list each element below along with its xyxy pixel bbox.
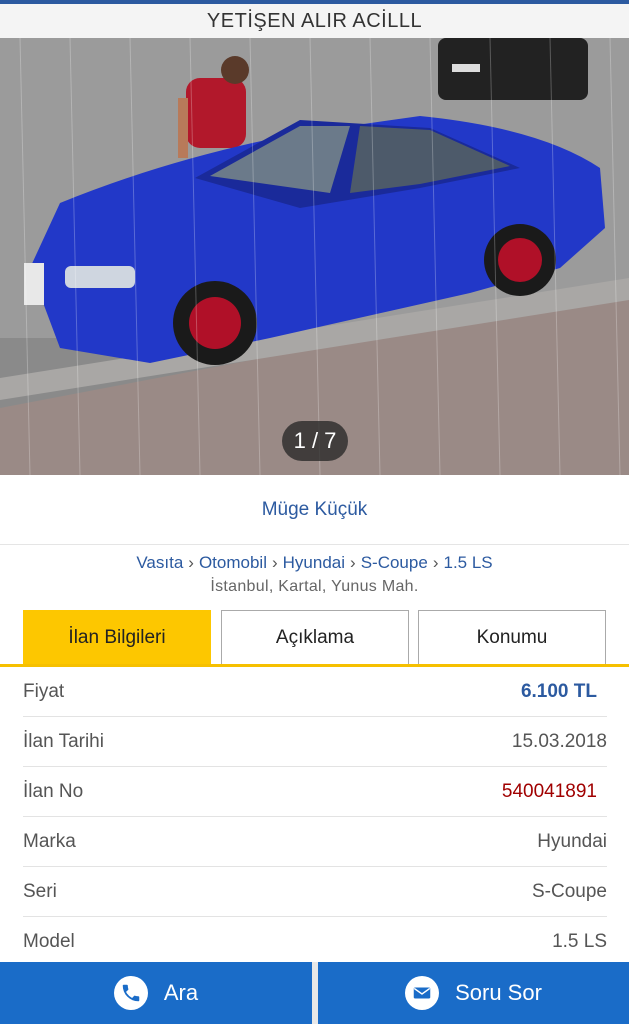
call-button[interactable]: Ara [0, 962, 312, 1024]
breadcrumb-item-hyundai[interactable]: Hyundai [283, 553, 345, 573]
listing-location: İstanbul, Kartal, Yunus Mah. [210, 578, 419, 595]
detail-row-series: Seri S-Coupe [23, 867, 607, 917]
detail-key: İlan No [23, 780, 84, 802]
model-value: 1.5 LS [552, 930, 607, 952]
date-value: 15.03.2018 [511, 730, 607, 752]
detail-key: Model [23, 930, 75, 952]
page-title: YETİŞEN ALIR ACİLLL [206, 9, 423, 32]
breadcrumb-item-vasita[interactable]: Vasıta [136, 553, 183, 573]
photo-counter: 1 / 7 [282, 421, 348, 461]
listing-no-value: 540041891 [501, 780, 597, 802]
tab-ilan-bilgileri[interactable]: İlan Bilgileri [23, 610, 211, 664]
tab-konumu[interactable]: Konumu [418, 610, 606, 664]
detail-list: Fiyat 6.100 TL İlan Tarihi 15.03.2018 İl… [0, 667, 629, 967]
detail-row-model: Model 1.5 LS [23, 917, 607, 967]
listing-photo[interactable] [0, 38, 629, 475]
seller-name-row[interactable]: Müge Küçük [0, 475, 629, 545]
detail-tabs: İlan Bilgileri Açıklama Konumu [0, 610, 629, 667]
ask-question-button[interactable]: Soru Sor [318, 962, 629, 1024]
detail-row-price: Fiyat 6.100 TL [23, 667, 607, 717]
detail-row-brand: Marka Hyundai [23, 817, 607, 867]
breadcrumb-item-otomobil[interactable]: Otomobil [199, 553, 267, 573]
breadcrumb-separator: › [350, 553, 356, 572]
phone-icon [113, 976, 148, 1010]
breadcrumb-separator: › [271, 553, 278, 572]
tab-aciklama[interactable]: Açıklama [221, 610, 409, 664]
breadcrumb-item-model[interactable]: 1.5 LS [443, 553, 492, 573]
envelope-icon [405, 976, 440, 1010]
ask-question-button-label: Soru Sor [455, 980, 542, 1005]
car-photo-illustration [0, 38, 629, 475]
detail-key: İlan Tarihi [23, 730, 104, 752]
action-bar: Ara Soru Sor [0, 962, 629, 1024]
breadcrumb-separator: › [432, 553, 439, 572]
detail-row-listing-no: İlan No 540041891 [23, 767, 607, 817]
detail-key: Fiyat [23, 680, 65, 702]
series-value: S-Coupe [532, 880, 607, 902]
detail-key: Marka [23, 830, 76, 852]
detail-row-date: İlan Tarihi 15.03.2018 [23, 717, 607, 767]
call-button-label: Ara [163, 980, 199, 1005]
breadcrumb: Vasıta › Otomobil › Hyundai › S-Coupe › … [0, 548, 629, 578]
breadcrumb-item-s-coupe[interactable]: S-Coupe [361, 553, 428, 573]
breadcrumb-separator: › [188, 553, 194, 572]
seller-name[interactable]: Müge Küçük [262, 499, 368, 521]
top-bar: YETİŞEN ALIR ACİLLL [0, 0, 629, 38]
brand-value: Hyundai [537, 830, 607, 852]
price-value: 6.100 TL [520, 680, 597, 702]
detail-key: Seri [23, 880, 57, 902]
